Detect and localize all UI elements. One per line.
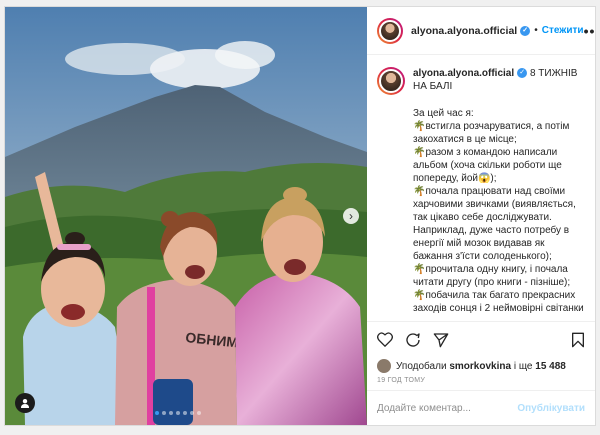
- separator: •: [534, 25, 538, 36]
- caption-line: 🌴почала працювати над своїми харчовими з…: [413, 186, 576, 262]
- post-timestamp[interactable]: 19 ГОД ТОМУ: [367, 375, 595, 390]
- post-card: ОБНИМУ › alyona.alyona.official ✓ • Стеж…: [4, 6, 596, 426]
- post-sidebar: alyona.alyona.official✓ • Стежити ••• al…: [367, 7, 595, 425]
- comment-icon[interactable]: [405, 332, 421, 348]
- verified-badge-icon: ✓: [520, 25, 531, 36]
- share-icon[interactable]: [433, 332, 449, 348]
- carousel-dot: [162, 411, 166, 415]
- more-options-icon[interactable]: •••: [584, 23, 595, 39]
- post-header: alyona.alyona.official✓ • Стежити •••: [367, 7, 595, 55]
- caption-line: 🌴встигла розчаруватися, а потім закохати…: [413, 121, 570, 145]
- avatar[interactable]: [377, 17, 403, 44]
- caption-avatar[interactable]: [377, 67, 405, 95]
- follow-button[interactable]: Стежити: [542, 25, 584, 36]
- photo-scene: ОБНИМУ: [5, 7, 367, 425]
- likes-count[interactable]: 15 488: [535, 361, 566, 372]
- post-photo[interactable]: ОБНИМУ ›: [5, 7, 367, 425]
- publish-button[interactable]: Опублікувати: [517, 403, 585, 414]
- caption-line: За цей час я:: [413, 108, 474, 119]
- carousel-indicator: [155, 411, 201, 415]
- tagged-users-button[interactable]: [15, 393, 35, 413]
- likes-summary[interactable]: Уподобали smorkovkina і ще 15 488: [367, 357, 595, 375]
- carousel-dot: [169, 411, 173, 415]
- heart-icon[interactable]: [377, 332, 393, 347]
- username-link[interactable]: alyona.alyona.official ✓: [411, 25, 531, 37]
- caption-area[interactable]: alyona.alyona.official ✓ 8 ТИЖНІВ НА БАЛІ…: [367, 55, 595, 321]
- carousel-dot: [190, 411, 194, 415]
- caption-text: За цей час я: 🌴встигла розчаруватися, а …: [413, 107, 585, 315]
- carousel-dot: [176, 411, 180, 415]
- next-photo-button[interactable]: ›: [343, 208, 359, 224]
- caption-line: 🌴прочитала одну книгу, і почала читати д…: [413, 264, 571, 288]
- carousel-dot: [197, 411, 201, 415]
- liker-username[interactable]: smorkovkina: [449, 361, 511, 372]
- caption-line: 🌴разом з командою написали альбом (хоча …: [413, 147, 562, 184]
- caption-line: 🌴побачила так багато прекрасних заходів …: [413, 290, 584, 314]
- user-icon: [21, 399, 29, 408]
- caption-username[interactable]: alyona.alyona.official: [413, 68, 514, 79]
- comment-bar: Додайте коментар... Опублікувати: [367, 390, 595, 425]
- liker-avatar: [377, 359, 391, 373]
- chevron-right-icon: ›: [349, 209, 353, 223]
- action-bar: [367, 321, 595, 357]
- carousel-dot: [155, 411, 159, 415]
- bookmark-icon[interactable]: [571, 332, 585, 348]
- comment-input[interactable]: Додайте коментар...: [377, 403, 471, 414]
- caption-header: alyona.alyona.official ✓ 8 ТИЖНІВ НА БАЛІ: [377, 67, 585, 95]
- verified-badge-icon: ✓: [517, 68, 528, 79]
- carousel-dot: [183, 411, 187, 415]
